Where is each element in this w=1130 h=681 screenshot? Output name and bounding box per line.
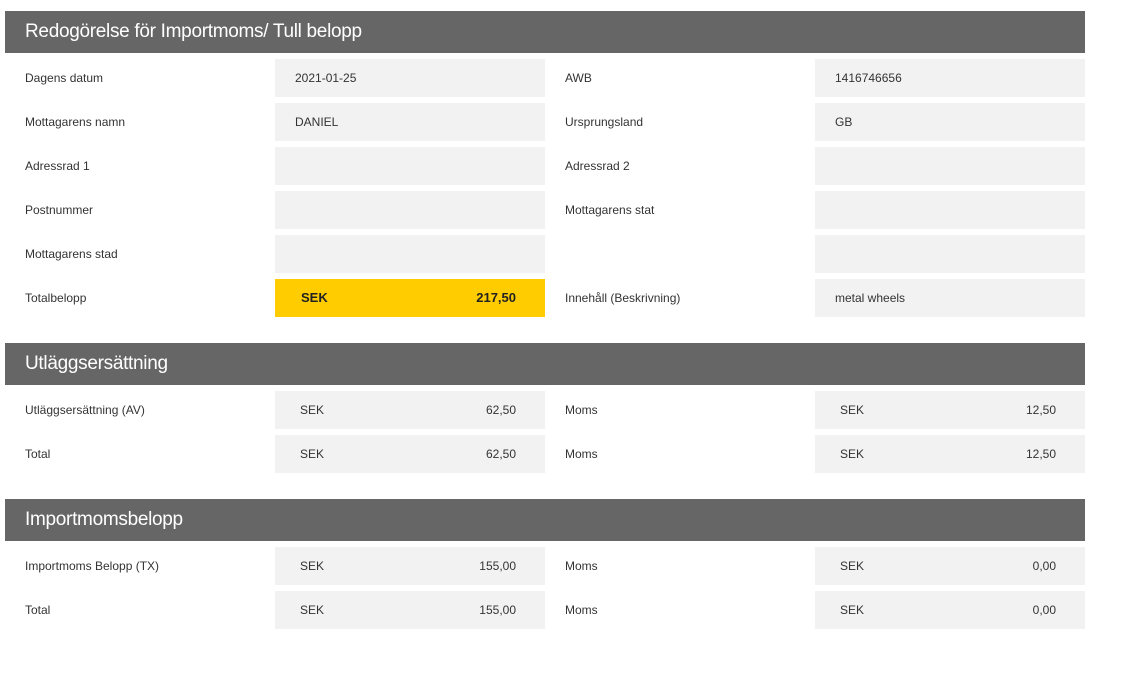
currency-label: SEK (300, 603, 325, 617)
field-label: Postnummer (25, 203, 94, 217)
recipient-state-field (815, 191, 1085, 229)
amount-value: 0,00 (1032, 603, 1056, 617)
section-rows: Importmoms Belopp (TX) SEK 155,00 Moms S… (5, 541, 1085, 629)
form-row: Dagens datum 2021-01-25 AWB 1416746656 (5, 59, 1085, 97)
amount-value: 155,00 (479, 603, 516, 617)
description-field: metal wheels (815, 279, 1085, 317)
vat-amount-field: SEK 12,50 (815, 391, 1085, 429)
field-label: Dagens datum (25, 71, 104, 85)
date-field: 2021-01-25 (275, 59, 545, 97)
currency-label: SEK (300, 559, 325, 573)
field-label: Total (25, 603, 51, 617)
amount-value: 12,50 (1025, 447, 1056, 461)
currency-label: SEK (300, 403, 325, 417)
address-line-2-field (815, 147, 1085, 185)
field-label: Ursprungsland (565, 115, 644, 129)
currency-label: SEK (840, 603, 865, 617)
section-rows: Utläggsersättning (AV) SEK 62,50 Moms SE… (5, 385, 1085, 473)
disbursement-amount-field: SEK 62,50 (275, 391, 545, 429)
recipient-name-field: DANIEL (275, 103, 545, 141)
form-row: Total SEK 155,00 Moms SEK 0,00 (5, 591, 1085, 629)
origin-country-field: GB (815, 103, 1085, 141)
section-title: Utläggsersättning (5, 343, 1085, 385)
form-row: Utläggsersättning (AV) SEK 62,50 Moms SE… (5, 391, 1085, 429)
currency-label: SEK (840, 559, 865, 573)
field-label: Adressrad 1 (25, 159, 90, 173)
address-line-1-field (275, 147, 545, 185)
section-disbursement: Utläggsersättning Utläggsersättning (AV)… (5, 343, 1085, 473)
import-vat-amount-field: SEK 155,00 (275, 547, 545, 585)
section-summary: Redogörelse för Importmoms/ Tull belopp … (5, 11, 1085, 317)
total-row: Totalbelopp SEK 217,50 Innehåll (Beskriv… (5, 279, 1085, 317)
form-row: Mottagarens namn DANIEL Ursprungsland GB (5, 103, 1085, 141)
field-label: Moms (565, 603, 598, 617)
section-import-vat: Importmomsbelopp Importmoms Belopp (TX) … (5, 499, 1085, 629)
vat-amount-field: SEK 0,00 (815, 591, 1085, 629)
amount-value: 217,50 (476, 290, 516, 305)
form-row: Mottagarens stad (5, 235, 1085, 273)
field-label: Moms (565, 559, 598, 573)
amount-value: 12,50 (1025, 403, 1056, 417)
field-label: Mottagarens stat (565, 203, 655, 217)
total-amount-field: SEK 62,50 (275, 435, 545, 473)
section-rows: Dagens datum 2021-01-25 AWB 1416746656 M… (5, 53, 1085, 317)
currency-label: SEK (840, 403, 865, 417)
field-label: Importmoms Belopp (TX) (25, 559, 160, 573)
field-label: Moms (565, 403, 598, 417)
field-label: AWB (565, 71, 592, 85)
postal-code-field (275, 191, 545, 229)
field-label: Innehåll (Beskrivning) (565, 291, 681, 305)
amount-value: 62,50 (485, 403, 516, 417)
form-row: Adressrad 1 Adressrad 2 (5, 147, 1085, 185)
vat-amount-field: SEK 12,50 (815, 435, 1085, 473)
awb-field: 1416746656 (815, 59, 1085, 97)
field-label: Total (25, 447, 51, 461)
section-title: Redogörelse för Importmoms/ Tull belopp (5, 11, 1085, 53)
field-label: Totalbelopp (25, 291, 87, 305)
currency-label: SEK (840, 447, 865, 461)
amount-value: 62,50 (485, 447, 516, 461)
form-row: Importmoms Belopp (TX) SEK 155,00 Moms S… (5, 547, 1085, 585)
section-title: Importmomsbelopp (5, 499, 1085, 541)
amount-value: 0,00 (1032, 559, 1056, 573)
form-row: Postnummer Mottagarens stat (5, 191, 1085, 229)
recipient-city-field (275, 235, 545, 273)
amount-value: 155,00 (479, 559, 516, 573)
form-row: Total SEK 62,50 Moms SEK 12,50 (5, 435, 1085, 473)
field-label: Moms (565, 447, 598, 461)
page-container: Redogörelse för Importmoms/ Tull belopp … (5, 11, 1085, 635)
field-label: Adressrad 2 (565, 159, 630, 173)
total-amount-field: SEK 217,50 (275, 279, 545, 317)
currency-label: SEK (301, 290, 328, 305)
vat-amount-field: SEK 0,00 (815, 547, 1085, 585)
field-label: Mottagarens stad (25, 247, 118, 261)
field-label (545, 235, 815, 273)
currency-label: SEK (300, 447, 325, 461)
empty-field (815, 235, 1085, 273)
total-amount-field: SEK 155,00 (275, 591, 545, 629)
field-label: Mottagarens namn (25, 115, 126, 129)
field-label: Utläggsersättning (AV) (25, 403, 145, 417)
